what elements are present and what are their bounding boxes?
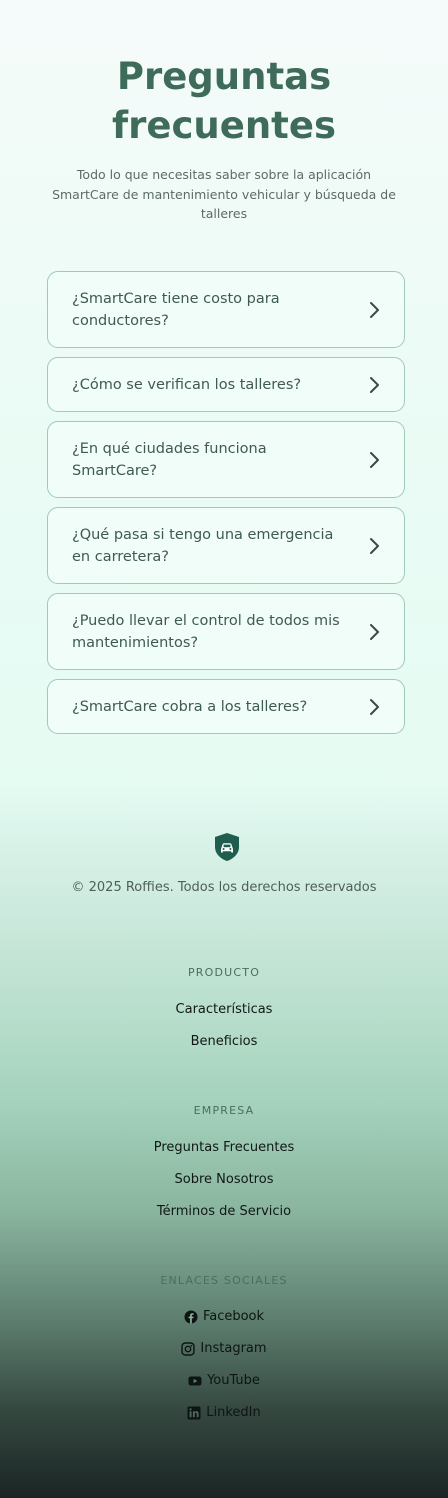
social-heading: ENLACES SOCIALES (160, 1274, 288, 1287)
faq-question: ¿En qué ciudades funciona SmartCare? (72, 441, 267, 479)
footer-link-faq[interactable]: Preguntas Frecuentes (0, 1140, 448, 1155)
footer-link-about[interactable]: Sobre Nosotros (0, 1172, 448, 1187)
chevron-right-icon (370, 451, 379, 468)
chevron-right-icon (370, 376, 379, 393)
footer-link-terms[interactable]: Términos de Servicio (0, 1204, 448, 1219)
faq-item-verification[interactable]: ¿Cómo se verifican los talleres? (47, 357, 405, 412)
chevron-right-icon (370, 537, 379, 554)
social-link-label: LinkedIn (206, 1405, 261, 1420)
social-link-instagram[interactable]: Instagram (0, 1341, 448, 1356)
empresa-heading: EMPRESA (193, 1104, 255, 1117)
social-link-label: Instagram (200, 1341, 267, 1356)
faq-item-emergency[interactable]: ¿Qué pasa si tengo una emergencia en car… (47, 507, 405, 584)
producto-heading: PRODUCTO (187, 966, 261, 979)
title-line-2: frecuentes (112, 104, 336, 147)
title-line-1: Preguntas (116, 55, 332, 98)
faq-question: ¿Qué pasa si tengo una emergencia en car… (72, 527, 334, 565)
social-link-label: Facebook (202, 1309, 265, 1324)
linkedin-icon (187, 1406, 201, 1419)
instagram-icon (181, 1341, 196, 1356)
page-subtitle: Todo lo que necesitas saber sobre la apl… (52, 167, 396, 221)
social-link-youtube[interactable]: YouTube (0, 1373, 448, 1388)
chevron-right-icon (370, 698, 379, 715)
faq-question: ¿Cómo se verifican los talleres? (72, 377, 302, 393)
faq-question: ¿SmartCare cobra a los talleres? (72, 699, 308, 715)
faq-section: Preguntas frecuentes Todo lo que necesit… (0, 0, 448, 800)
footer-link-caracteristicas[interactable]: Características (0, 1002, 448, 1017)
chevron-right-icon (370, 623, 379, 640)
youtube-icon (188, 1376, 202, 1385)
facebook-icon (184, 1310, 198, 1323)
faq-item-cities[interactable]: ¿En qué ciudades funciona SmartCare? (47, 421, 405, 498)
faq-item-maintenance[interactable]: ¿Puedo llevar el control de todos mis ma… (47, 593, 405, 670)
social-link-facebook[interactable]: Facebook (0, 1309, 448, 1324)
faq-item-workshop-fees[interactable]: ¿SmartCare cobra a los talleres? (47, 679, 405, 734)
faq-question: ¿SmartCare tiene costo para conductores? (72, 291, 280, 329)
faq-question: ¿Puedo llevar el control de todos mis ma… (72, 613, 340, 651)
shield-car-icon (215, 833, 239, 861)
copyright-text: © 2025 Roffies. Todos los derechos reser… (71, 880, 377, 895)
footer-link-beneficios[interactable]: Beneficios (0, 1034, 448, 1049)
social-link-linkedin[interactable]: LinkedIn (0, 1405, 448, 1420)
social-link-label: YouTube (207, 1373, 260, 1388)
faq-item-cost[interactable]: ¿SmartCare tiene costo para conductores? (47, 271, 405, 348)
chevron-right-icon (370, 301, 379, 318)
page-title: Preguntas frecuentes (0, 52, 448, 150)
